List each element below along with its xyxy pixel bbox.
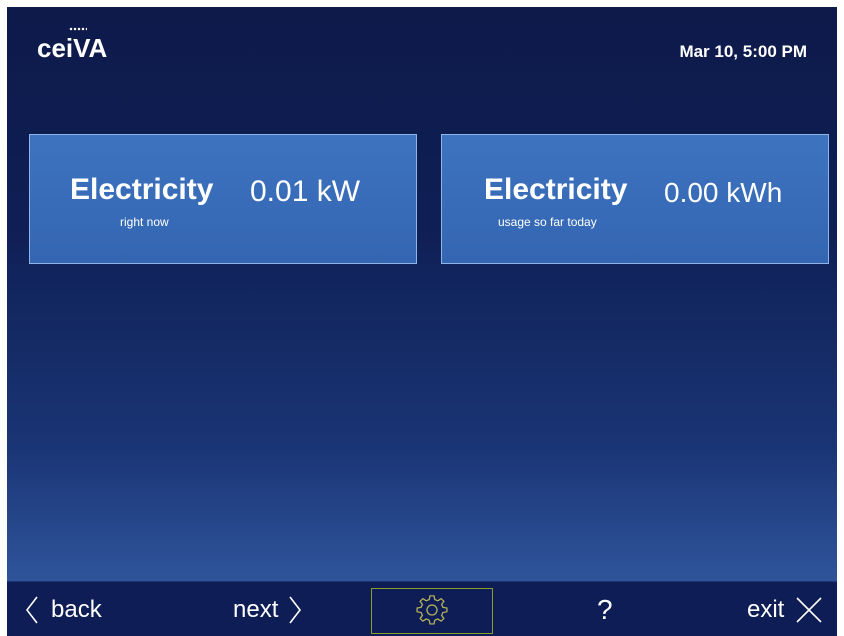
next-label: next — [233, 595, 279, 623]
screen: ceiVA Mar 10, 5:00 PM Electricity 0.01 k… — [7, 7, 837, 636]
electricity-now-tile[interactable]: Electricity 0.01 kW right now — [29, 134, 417, 264]
next-button[interactable]: next — [233, 582, 302, 636]
chevron-left-icon — [25, 596, 38, 623]
tile-value: 0.00 kWh — [664, 177, 783, 208]
help-button[interactable]: ? — [597, 582, 613, 636]
tile-sublabel: usage so far today — [498, 215, 597, 229]
exit-button[interactable]: exit — [747, 582, 824, 636]
settings-button[interactable] — [371, 588, 493, 634]
close-icon — [796, 596, 822, 623]
electricity-today-tile[interactable]: Electricity 0.00 kWh usage so far today — [441, 134, 829, 264]
tile-value: 0.01 kW — [250, 175, 361, 208]
gear-icon — [416, 595, 448, 625]
tile-sublabel: right now — [120, 215, 169, 229]
chevron-right-icon — [289, 596, 302, 623]
bottom-nav-bar: back next ? exit — [7, 581, 837, 636]
tile-label: Electricity — [484, 173, 628, 206]
back-label: back — [51, 595, 102, 623]
date-time: Mar 10, 5:00 PM — [679, 42, 807, 61]
back-button[interactable]: back — [25, 582, 102, 636]
tile-label: Electricity — [70, 173, 214, 206]
logo-dots — [69, 27, 87, 31]
ceiva-logo: ceiVA — [37, 33, 108, 63]
exit-label: exit — [747, 595, 785, 623]
